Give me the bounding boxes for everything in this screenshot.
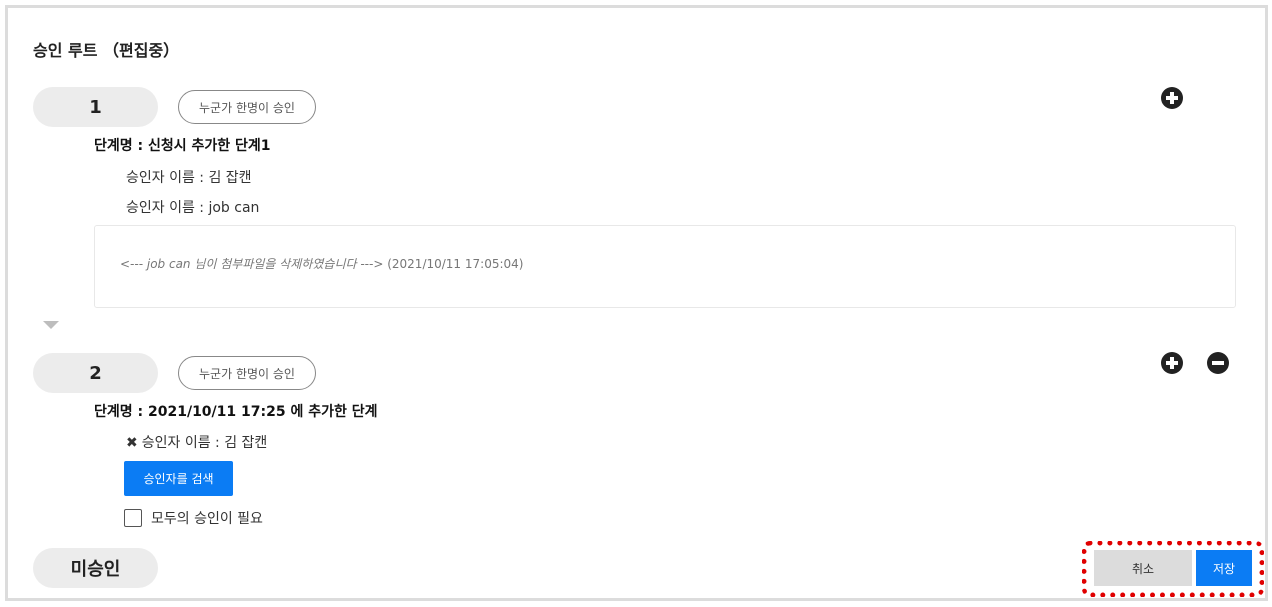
comment-timestamp: (2021/10/11 17:05:04) — [387, 257, 524, 271]
stage-number-pill: 2 — [33, 353, 158, 393]
search-approver-button[interactable]: 승인자를 검색 — [124, 461, 233, 496]
require-all-checkbox[interactable] — [124, 509, 142, 527]
approver-row: ✖ 승인자 이름 : 김 잡캔 — [126, 432, 267, 452]
approval-mode-pill[interactable]: 누군가 한명이 승인 — [178, 90, 316, 124]
page-title: 승인 루트 （편집중） — [33, 41, 180, 60]
approval-mode-pill[interactable]: 누군가 한명이 승인 — [178, 356, 316, 390]
approver-name: 승인자 이름 : 김 잡캔 — [126, 170, 252, 186]
remove-approver-icon[interactable]: ✖ — [126, 435, 138, 451]
comment-text: <--- job can 님이 첨부파일을 삭제하였습니다 ---> (2021… — [120, 255, 523, 272]
save-button[interactable]: 저장 — [1196, 550, 1252, 586]
add-stage-icon[interactable] — [1161, 352, 1183, 378]
comment-message: <--- job can 님이 첨부파일을 삭제하였습니다 ---> — [120, 257, 384, 271]
require-all-label: 모두의 승인이 필요 — [151, 511, 263, 527]
approver-name: 승인자 이름 : job can — [126, 200, 260, 216]
cancel-button[interactable]: 취소 — [1094, 550, 1192, 586]
remove-stage-icon[interactable] — [1207, 352, 1229, 378]
stage-name: 단계명 : 2021/10/11 17:25 에 추가한 단계 — [94, 404, 378, 420]
comment-box: <--- job can 님이 첨부파일을 삭제하였습니다 ---> (2021… — [94, 225, 1236, 308]
add-stage-icon[interactable] — [1161, 87, 1183, 113]
triangle-down-icon — [43, 321, 59, 329]
status-pill: 미승인 — [33, 548, 158, 588]
approval-route-panel: 승인 루트 （편집중） 1 누군가 한명이 승인 단계명 : 신청시 추가한 단… — [5, 5, 1268, 601]
stage-name: 단계명 : 신청시 추가한 단계1 — [94, 138, 271, 154]
approver-name: 승인자 이름 : 김 잡캔 — [141, 435, 268, 451]
stage-number-pill: 1 — [33, 87, 158, 127]
